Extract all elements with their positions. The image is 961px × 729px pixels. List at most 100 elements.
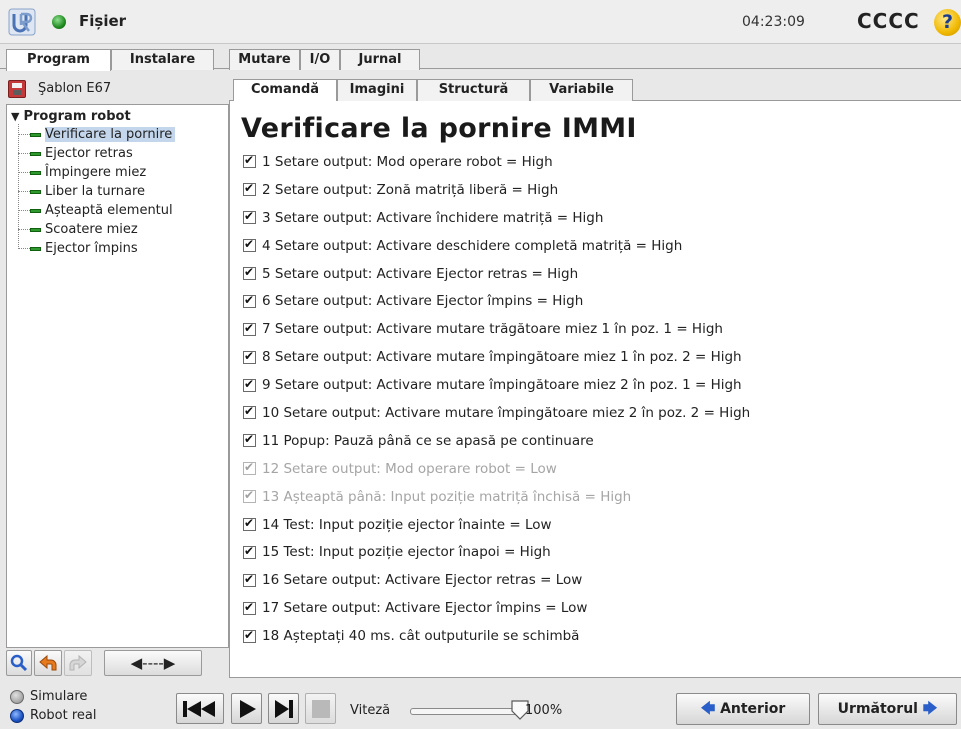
command-row[interactable]: 4 Setare output: Activare deschidere com…	[243, 232, 958, 260]
command-checkbox[interactable]	[243, 600, 256, 615]
command-checkbox[interactable]	[243, 460, 256, 476]
command-checkbox[interactable]	[243, 516, 256, 532]
speed-label: Viteză	[350, 703, 391, 718]
command-checkbox[interactable]	[243, 293, 256, 308]
command-row[interactable]: 8 Setare output: Activare mutare împingă…	[243, 343, 958, 371]
redo-button[interactable]	[64, 650, 92, 676]
command-row[interactable]: 6 Setare output: Activare Ejector împins…	[243, 287, 958, 315]
command-row[interactable]: 5 Setare output: Activare Ejector retras…	[243, 260, 958, 288]
command-checkbox[interactable]	[243, 628, 256, 643]
command-checkbox[interactable]	[243, 488, 256, 504]
tree-item-liber-la-turnare[interactable]: Liber la turnare	[18, 182, 148, 201]
tab-imagini[interactable]: Imagini	[337, 79, 417, 101]
tree-item-scoatere-miez[interactable]: Scoatere miez	[18, 220, 141, 239]
command-checkbox[interactable]	[243, 377, 256, 392]
command-checkbox[interactable]	[243, 265, 256, 280]
command-checkbox[interactable]	[243, 237, 256, 253]
folder-node-icon	[30, 189, 41, 194]
command-row[interactable]: 2 Setare output: Zonă matriță liberă = H…	[243, 176, 958, 204]
command-row[interactable]: 15 Test: Input poziție ejector înapoi = …	[243, 538, 958, 566]
stop-button[interactable]	[305, 693, 336, 724]
robot-status-icon	[52, 15, 66, 29]
command-row[interactable]: 11 Popup: Pauză până ce se apasă pe cont…	[243, 427, 958, 455]
tree-item-ejector-retras[interactable]: Ejector retras	[18, 144, 136, 163]
command-row[interactable]: 16 Setare output: Activare Ejector retra…	[243, 566, 958, 594]
file-menu[interactable]: Fișier	[79, 12, 126, 30]
step-navigation-button[interactable]: ◀----▶	[104, 650, 202, 676]
search-button[interactable]	[6, 650, 32, 676]
command-row[interactable]: 12 Setare output: Mod operare robot = Lo…	[243, 455, 958, 483]
command-row[interactable]: 3 Setare output: Activare închidere matr…	[243, 204, 958, 232]
tree-item-impingere-miez[interactable]: Împingere miez	[18, 163, 149, 182]
rewind-button[interactable]	[176, 693, 224, 724]
folder-node-icon	[30, 132, 41, 137]
command-checkbox[interactable]	[243, 209, 256, 225]
command-row[interactable]: 1 Setare output: Mod operare robot = Hig…	[243, 148, 958, 176]
tree-item-asteapta-elementul[interactable]: Așteaptă elementul	[18, 201, 176, 220]
play-button[interactable]	[231, 693, 262, 724]
command-checkbox[interactable]	[243, 321, 256, 336]
tab-structura[interactable]: Structură	[417, 79, 530, 101]
command-row[interactable]: 7 Setare output: Activare mutare trăgăto…	[243, 315, 958, 343]
command-checkbox[interactable]	[243, 544, 256, 559]
command-checkbox[interactable]	[243, 432, 256, 448]
command-row[interactable]: 9 Setare output: Activare mutare împingă…	[243, 371, 958, 399]
arrow-right-icon: 🡆	[922, 701, 938, 717]
tree-item-verificare[interactable]: Verificare la pornire	[18, 125, 176, 144]
command-text: 7 Setare output: Activare mutare trăgăto…	[262, 321, 723, 338]
command-text: 10 Setare output: Activare mutare împing…	[262, 404, 751, 421]
command-checkbox[interactable]	[243, 349, 256, 364]
tab-mutare[interactable]: Mutare	[229, 49, 300, 70]
command-row[interactable]: 13 Așteaptă până: Input poziție matriță …	[243, 483, 958, 511]
step-button[interactable]	[268, 693, 299, 724]
arrow-left-icon: 🡄	[700, 701, 716, 717]
command-checkbox[interactable]	[243, 153, 256, 169]
search-icon	[10, 654, 28, 672]
command-row[interactable]: 18 Așteptați 40 ms. cât outputurile se s…	[243, 622, 958, 650]
command-panel: Verificare la pornire IMMI 1 Setare outp…	[229, 101, 961, 678]
tree-item-ejector-impins[interactable]: Ejector împins	[18, 239, 141, 258]
command-text: 15 Test: Input poziție ejector înapoi = …	[262, 544, 551, 561]
tree-toolbar: ◀----▶	[6, 650, 229, 678]
tab-instalare[interactable]: Instalare	[111, 49, 214, 70]
redo-icon	[69, 654, 87, 671]
speed-slider-track[interactable]	[410, 708, 520, 715]
ur-logo-icon	[8, 8, 36, 36]
command-row[interactable]: 17 Setare output: Activare Ejector împin…	[243, 594, 958, 622]
command-text: 14 Test: Input poziție ejector înainte =…	[262, 516, 552, 533]
undo-button[interactable]	[34, 650, 62, 676]
tab-comanda[interactable]: Comandă	[233, 79, 337, 102]
folder-node-icon	[30, 246, 41, 251]
robot-name: CCCC	[857, 9, 920, 33]
save-icon[interactable]	[8, 80, 26, 98]
mode-real-robot[interactable]: Robot real	[10, 708, 96, 726]
tab-io[interactable]: I/O	[300, 49, 340, 70]
command-text: 1 Setare output: Mod operare robot = Hig…	[262, 153, 553, 170]
command-row[interactable]: 10 Setare output: Activare mutare împing…	[243, 399, 958, 427]
command-text: 2 Setare output: Zonă matriță liberă = H…	[262, 181, 559, 198]
previous-button[interactable]: 🡄 Anterior	[676, 693, 810, 725]
program-header: Şablon E67	[6, 78, 226, 102]
expand-triangle-icon[interactable]: ▼	[11, 110, 19, 123]
command-text: 11 Popup: Pauză până ce se apasă pe cont…	[262, 432, 594, 449]
next-button[interactable]: Următorul 🡆	[818, 693, 957, 725]
tree-root[interactable]: ▼ Program robot	[11, 109, 131, 124]
command-text: 16 Setare output: Activare Ejector retra…	[262, 572, 583, 589]
command-row[interactable]: 14 Test: Input poziție ejector înainte =…	[243, 511, 958, 539]
command-checkbox[interactable]	[243, 404, 256, 420]
help-icon[interactable]: ?	[934, 9, 961, 36]
tab-program[interactable]: Program	[6, 49, 111, 71]
title-bar: Fișier 04:23:09 CCCC ?	[0, 0, 961, 44]
mode-simulation[interactable]: Simulare	[10, 689, 87, 707]
command-text: 17 Setare output: Activare Ejector împin…	[262, 600, 588, 617]
skip-to-start-icon	[183, 701, 215, 717]
command-checkbox[interactable]	[243, 572, 256, 587]
program-tree: ▼ Program robot Verificare la pornire Eje…	[6, 104, 229, 648]
step-forward-icon	[275, 700, 293, 718]
tab-jurnal[interactable]: Jurnal	[340, 49, 420, 70]
radio-on-icon	[10, 708, 24, 723]
command-checkbox[interactable]	[243, 181, 256, 197]
radio-off-icon	[10, 689, 24, 704]
command-text: 3 Setare output: Activare închidere matr…	[262, 209, 604, 226]
tab-variabile[interactable]: Variabile	[530, 79, 633, 101]
